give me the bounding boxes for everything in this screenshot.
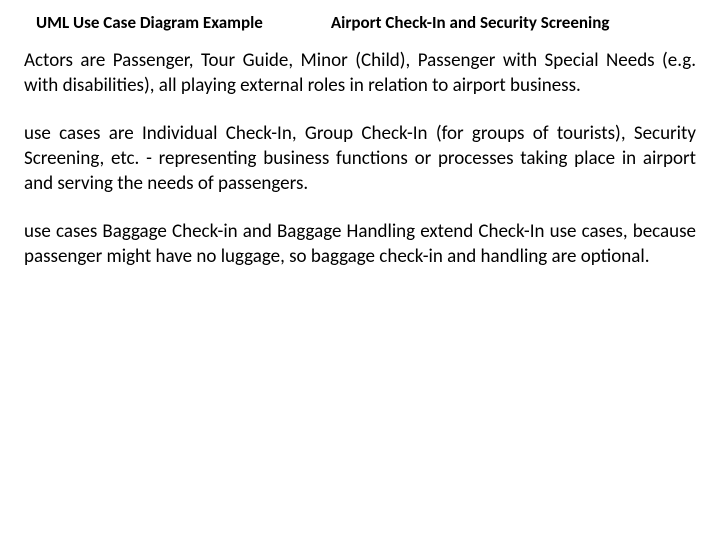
slide-body: Actors are Passenger, Tour Guide, Minor …	[0, 41, 720, 270]
header-title-right: Airport Check-In and Security Screening	[331, 12, 610, 33]
paragraph-extends: use cases Baggage Check-in and Baggage H…	[24, 220, 696, 269]
slide-header: UML Use Case Diagram Example Airport Che…	[0, 0, 720, 41]
paragraph-usecases: use cases are Individual Check-In, Group…	[24, 122, 696, 196]
header-title-left: UML Use Case Diagram Example	[36, 12, 263, 33]
paragraph-actors: Actors are Passenger, Tour Guide, Minor …	[24, 49, 696, 98]
